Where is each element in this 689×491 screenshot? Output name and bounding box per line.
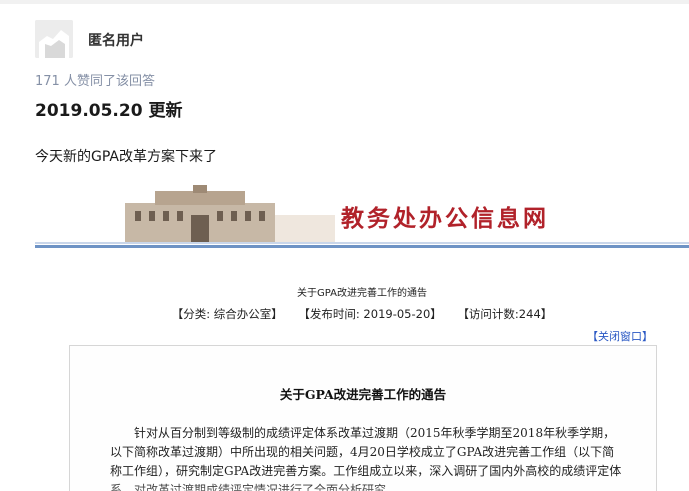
update-heading: 2019.05.20 更新 [35, 101, 183, 121]
banner-divider-light [35, 242, 689, 244]
answer-paragraph: 今天新的GPA改革方案下来了 [35, 149, 217, 165]
site-title: 教务处办公信息网 [341, 205, 549, 232]
meta-category: 【分类: 综合办公室】 [171, 307, 283, 321]
notice-body: 针对从百分制到等级制的成绩评定体系改革过渡期（2015年秋季学期至2018年秋季… [110, 426, 622, 491]
building-illustration-icon [95, 185, 335, 243]
meta-published: 【发布时间: 2019-05-20】 [298, 307, 442, 321]
top-divider [0, 0, 689, 4]
author-name[interactable]: 匿名用户 [88, 30, 144, 50]
notice-small-title: 关于GPA改进完善工作的通告 [297, 288, 427, 299]
banner-divider [35, 245, 689, 248]
site-banner: 教务处办公信息网 [35, 185, 689, 248]
notice-title: 关于GPA改进完善工作的通告 [279, 387, 447, 402]
meta-visits: 【访问计数:244】 [457, 307, 553, 321]
vote-count: 171 人赞同了该回答 [35, 74, 155, 89]
embedded-screenshot-image[interactable]: 教务处办公信息网 关于GPA改进完善工作的通告 【分类: 综合办公室】 【发布时… [35, 185, 689, 491]
close-window-link[interactable]: 【关闭窗口】 [587, 328, 653, 344]
notice-meta: 【分类: 综合办公室】 【发布时间: 2019-05-20】 【访问计数:244… [35, 306, 689, 322]
avatar[interactable] [35, 20, 73, 58]
notice-content-box: 关于GPA改进完善工作的通告 针对从百分制到等级制的成绩评定体系改革过渡期（20… [69, 345, 657, 491]
bottom-fade [70, 482, 656, 491]
anonymous-avatar-icon [35, 20, 73, 58]
